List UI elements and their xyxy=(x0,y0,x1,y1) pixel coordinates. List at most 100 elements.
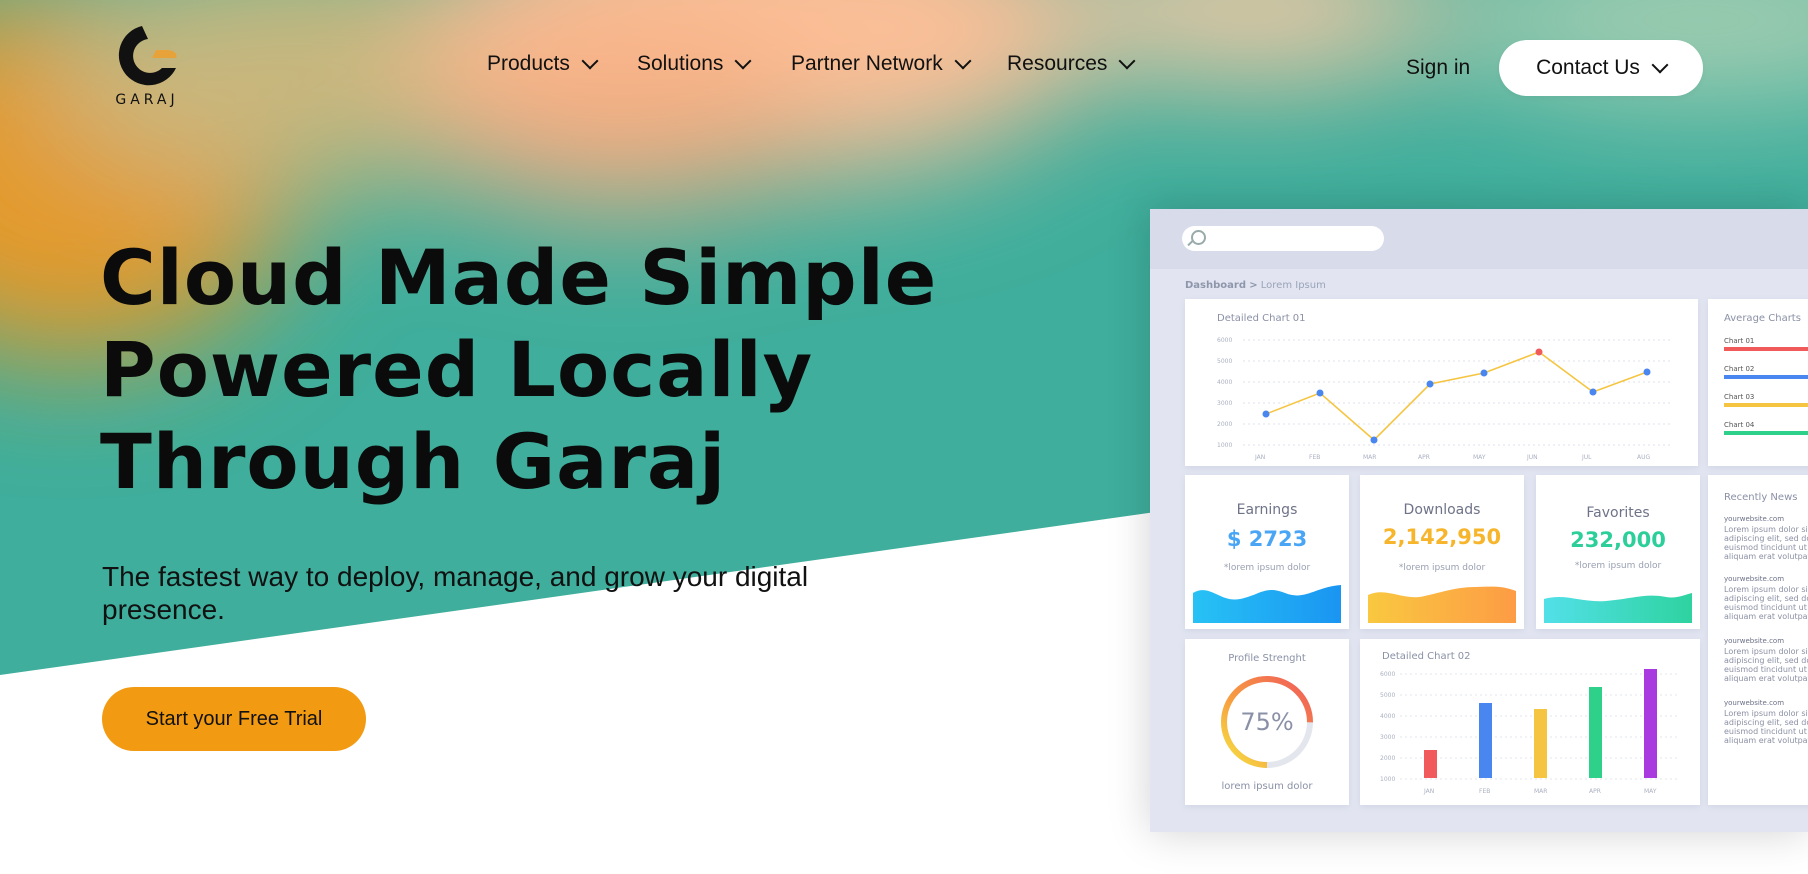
bar-y-tick: 4000 xyxy=(1380,713,1395,720)
bar xyxy=(1424,750,1437,778)
average-chart-label: Chart 04 xyxy=(1724,421,1755,429)
line-x-tick: FEB xyxy=(1309,454,1320,461)
hero-title-line-1: Cloud Made Simple xyxy=(100,233,938,322)
bar-x-tick: MAY xyxy=(1644,788,1657,795)
average-chart-bar xyxy=(1724,431,1808,435)
favorites-card: Favorites 232,000 *lorem ipsum dolor xyxy=(1536,475,1700,629)
hero-subtitle: The fastest way to deploy, manage, and g… xyxy=(102,561,809,625)
line-point xyxy=(1589,388,1597,396)
search-icon xyxy=(1191,230,1206,245)
line-y-tick: 1000 xyxy=(1217,442,1232,449)
news-text: Lorem ipsum dolor sit adipiscing elit, s… xyxy=(1724,709,1808,745)
garaj-logo[interactable]: GARAJ xyxy=(104,20,190,112)
line-y-tick: 5000 xyxy=(1217,358,1232,365)
chevron-down-icon xyxy=(954,52,972,70)
bar xyxy=(1644,669,1657,778)
nav-partner-network[interactable]: Partner Network xyxy=(791,52,972,76)
line-y-tick: 3000 xyxy=(1217,400,1232,407)
start-free-trial-button[interactable]: Start your Free Trial xyxy=(102,687,366,751)
line-point xyxy=(1370,436,1378,444)
line-chart: 6000 5000 4000 3000 2000 1000 JAN FEB MA… xyxy=(1217,337,1670,461)
bar-x-tick: JAN xyxy=(1423,788,1434,795)
average-chart-label: Chart 01 xyxy=(1724,337,1755,345)
nav-solutions-label: Solutions xyxy=(637,52,724,75)
earnings-card: Earnings $ 2723 *lorem ipsum dolor xyxy=(1185,475,1349,629)
bar xyxy=(1534,709,1547,778)
line-x-tick: JUN xyxy=(1526,454,1538,461)
profile-strength-card: Profile Strenght 75% lorem ipsum dolor xyxy=(1185,639,1349,805)
earnings-area-chart xyxy=(1193,585,1341,623)
chevron-down-icon xyxy=(581,52,599,70)
contact-us-label: Contact Us xyxy=(1536,56,1640,79)
chevron-down-icon xyxy=(1651,56,1669,74)
nav-solutions[interactable]: Solutions xyxy=(637,52,752,76)
line-point xyxy=(1535,348,1543,356)
bar-y-tick: 2000 xyxy=(1380,755,1395,762)
news-site: yourwebsite.com xyxy=(1724,515,1785,523)
bar xyxy=(1479,703,1492,778)
news-site: yourwebsite.com xyxy=(1724,699,1785,707)
bar-x-tick: MAR xyxy=(1534,788,1547,795)
bar-x-tick: FEB xyxy=(1479,788,1490,795)
nav-partner-network-label: Partner Network xyxy=(791,52,943,75)
line-x-tick: APR xyxy=(1418,454,1430,461)
line-x-tick: JUL xyxy=(1581,454,1592,461)
chevron-down-icon xyxy=(734,52,752,70)
contact-us-button[interactable]: Contact Us xyxy=(1499,40,1703,96)
profile-strength-caption: lorem ipsum dolor xyxy=(1221,781,1313,792)
line-x-tick: JAN xyxy=(1254,454,1265,461)
bar-chart-card: Detailed Chart 02 6000 5000 4000 3000 20… xyxy=(1360,639,1700,805)
average-charts-card: Average Charts Chart 01 Chart 02 Chart 0… xyxy=(1708,299,1808,466)
breadcrumb-separator: > xyxy=(1249,280,1258,291)
line-y-tick: 2000 xyxy=(1217,421,1232,428)
bar-x-tick: APR xyxy=(1589,788,1601,795)
bar-y-tick: 1000 xyxy=(1380,776,1395,783)
average-chart-bar xyxy=(1724,347,1808,351)
breadcrumb-leaf: Lorem Ipsum xyxy=(1260,280,1326,291)
nav-products-label: Products xyxy=(487,52,570,75)
news-text: Lorem ipsum dolor sit adipiscing elit, s… xyxy=(1724,585,1808,621)
dashboard-topbar xyxy=(1150,209,1808,269)
breadcrumb-root: Dashboard xyxy=(1185,280,1246,291)
hero-title-line-2: Powered Locally xyxy=(100,325,814,414)
line-point xyxy=(1480,369,1488,377)
news-text: Lorem ipsum dolor sit adipiscing elit, s… xyxy=(1724,525,1808,561)
nav-resources[interactable]: Resources xyxy=(1007,52,1136,76)
line-point xyxy=(1262,410,1270,418)
news-site: yourwebsite.com xyxy=(1724,575,1785,583)
line-chart-card: Detailed Chart 01 6000 5000 4000 3000 20… xyxy=(1185,299,1698,466)
average-charts-title: Average Charts xyxy=(1724,313,1801,324)
line-y-tick: 6000 xyxy=(1217,337,1232,344)
bar-y-tick: 5000 xyxy=(1380,692,1395,699)
recent-news-card: Recently News yourwebsite.com Lorem ipsu… xyxy=(1708,475,1808,805)
line-series xyxy=(1265,351,1648,442)
bar-y-tick: 3000 xyxy=(1380,734,1395,741)
line-x-tick: MAR xyxy=(1363,454,1376,461)
hero-title-line-3: Through Garaj xyxy=(100,417,727,506)
bar xyxy=(1589,687,1602,778)
dashboard-preview: Dashboard > Lorem Ipsum Detailed Chart 0… xyxy=(1150,209,1808,832)
average-chart-bar xyxy=(1724,375,1808,379)
line-x-tick: AUG xyxy=(1637,454,1650,461)
downloads-area-chart xyxy=(1368,586,1516,623)
average-chart-label: Chart 03 xyxy=(1724,393,1755,401)
garaj-logo-mark-icon xyxy=(118,26,177,86)
bar-chart: 6000 5000 4000 3000 2000 1000 JAN FEB MA… xyxy=(1380,669,1680,795)
sign-in-link[interactable]: Sign in xyxy=(1406,56,1470,80)
bar-y-tick: 6000 xyxy=(1380,671,1395,678)
news-site: yourwebsite.com xyxy=(1724,637,1785,645)
line-x-tick: MAY xyxy=(1473,454,1486,461)
hero-title: Cloud Made Simple Powered Locally Throug… xyxy=(100,232,938,508)
average-chart-label: Chart 02 xyxy=(1724,365,1755,373)
average-chart-bar xyxy=(1724,403,1808,407)
favorites-area-chart xyxy=(1544,593,1692,623)
nav-products[interactable]: Products xyxy=(487,52,599,76)
chevron-down-icon xyxy=(1118,52,1136,70)
recent-news-title: Recently News xyxy=(1724,492,1798,503)
brand-wordmark: GARAJ xyxy=(115,92,179,108)
site-header: GARAJ Products Solutions Partner Network… xyxy=(0,0,1808,140)
line-y-tick: 4000 xyxy=(1217,379,1232,386)
line-point xyxy=(1643,368,1651,376)
profile-strength-value: 75% xyxy=(1240,708,1293,736)
line-point xyxy=(1426,380,1434,388)
